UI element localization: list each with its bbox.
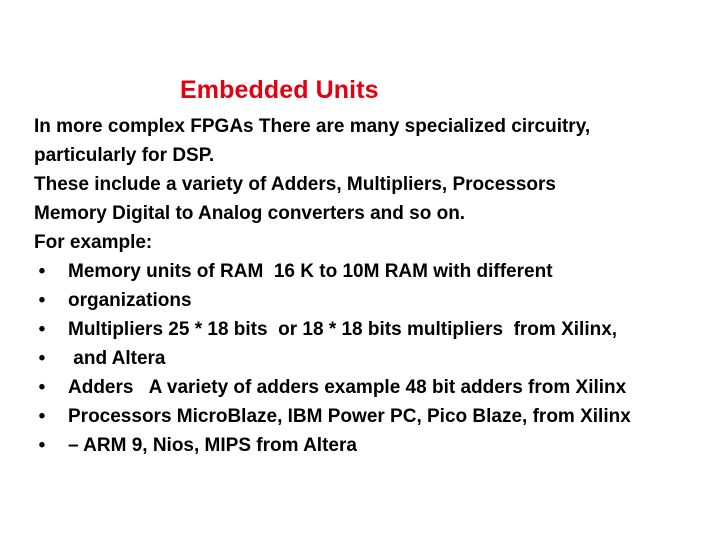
bullet-item: • Processors MicroBlaze, IBM Power PC, P…: [34, 402, 714, 431]
bullet-icon: •: [38, 435, 46, 456]
slide: Embedded Units In more complex FPGAs The…: [0, 0, 720, 540]
paragraph-line: These include a variety of Adders, Multi…: [34, 174, 556, 195]
paragraph-line: In more complex FPGAs There are many spe…: [34, 116, 591, 137]
bullet-item: • Adders A variety of adders example 48 …: [34, 373, 714, 402]
bullet-item: • organizations: [34, 286, 714, 315]
bullet-icon: •: [38, 406, 46, 427]
bullet-text: Multipliers 25 * 18 bits or 18 * 18 bits…: [68, 319, 618, 340]
bullet-text: organizations: [68, 290, 192, 311]
slide-body: In more complex FPGAs There are many spe…: [34, 112, 714, 460]
bullet-item: • Memory units of RAM 16 K to 10M RAM wi…: [34, 257, 714, 286]
bullet-icon: •: [38, 348, 46, 369]
bullet-item: • and Altera: [34, 344, 714, 373]
bullet-icon: •: [38, 319, 46, 340]
bullet-icon: •: [38, 377, 46, 398]
bullet-text: and Altera: [68, 348, 166, 369]
slide-title: Embedded Units: [180, 76, 379, 104]
paragraph-line: Memory Digital to Analog converters and …: [34, 203, 466, 224]
bullet-list: • Memory units of RAM 16 K to 10M RAM wi…: [34, 257, 714, 460]
paragraph-line: particularly for DSP.: [34, 145, 215, 166]
bullet-item: • – ARM 9, Nios, MIPS from Altera: [34, 431, 714, 460]
bullet-text: Memory units of RAM 16 K to 10M RAM with…: [68, 261, 553, 282]
bullet-text: – ARM 9, Nios, MIPS from Altera: [68, 435, 357, 456]
bullet-icon: •: [38, 290, 46, 311]
bullet-text: Processors MicroBlaze, IBM Power PC, Pic…: [68, 406, 631, 427]
bullet-text: Adders A variety of adders example 48 bi…: [68, 377, 627, 398]
bullet-icon: •: [38, 261, 46, 282]
bullet-item: • Multipliers 25 * 18 bits or 18 * 18 bi…: [34, 315, 714, 344]
paragraph-line: For example:: [34, 232, 153, 253]
